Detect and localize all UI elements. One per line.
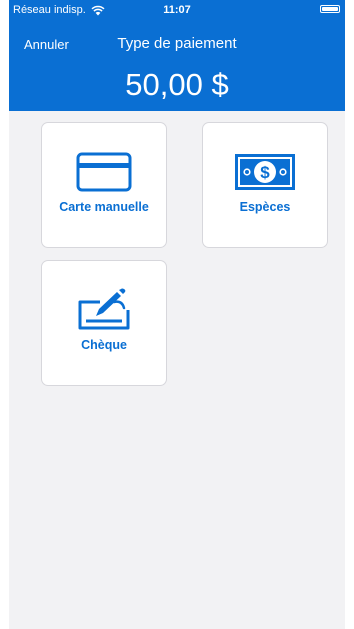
payment-type-screen: Réseau indisp. 11:07 Annuler Type de pai… [9, 0, 345, 629]
cheque-option[interactable]: Chèque [41, 260, 167, 386]
option-label: Carte manuelle [59, 200, 149, 214]
check-signing-icon [78, 288, 130, 330]
battery-level [322, 7, 338, 11]
banknote-icon: $ [235, 154, 295, 190]
status-time: 11:07 [163, 4, 191, 16]
svg-text:$: $ [260, 163, 270, 182]
option-label: Espèces [239, 200, 291, 214]
status-bar: Réseau indisp. 11:07 [9, 0, 345, 20]
tile-icon-wrap [42, 288, 166, 332]
payment-amount: 50,00 $ [125, 67, 229, 102]
cash-option[interactable]: $ Espèces [202, 122, 328, 248]
battery-icon [320, 5, 340, 13]
tile-icon-wrap: $ [203, 150, 327, 194]
header: Réseau indisp. 11:07 Annuler Type de pai… [9, 0, 345, 111]
page-title: Type de paiement [117, 35, 237, 52]
option-label: Chèque [81, 338, 127, 352]
manual-card-option[interactable]: Carte manuelle [41, 122, 167, 248]
tile-icon-wrap [42, 150, 166, 194]
credit-card-icon [76, 152, 132, 192]
